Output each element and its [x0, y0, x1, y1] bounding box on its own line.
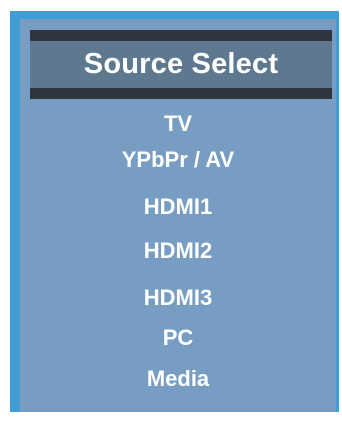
source-item-hdmi1[interactable]: HDMI1	[20, 194, 336, 220]
source-item-ypbpr-av[interactable]: YPbPr / AV	[20, 147, 336, 173]
menu-title: Source Select	[83, 48, 279, 80]
source-item-hdmi3[interactable]: HDMI3	[20, 285, 336, 311]
source-item-hdmi2[interactable]: HDMI2	[20, 238, 336, 264]
title-band: Source Select	[30, 41, 332, 88]
source-item-media[interactable]: Media	[20, 366, 336, 392]
title-bar: Source Select	[30, 30, 332, 99]
source-item-pc[interactable]: PC	[20, 325, 336, 351]
source-item-tv[interactable]: TV	[20, 111, 336, 137]
